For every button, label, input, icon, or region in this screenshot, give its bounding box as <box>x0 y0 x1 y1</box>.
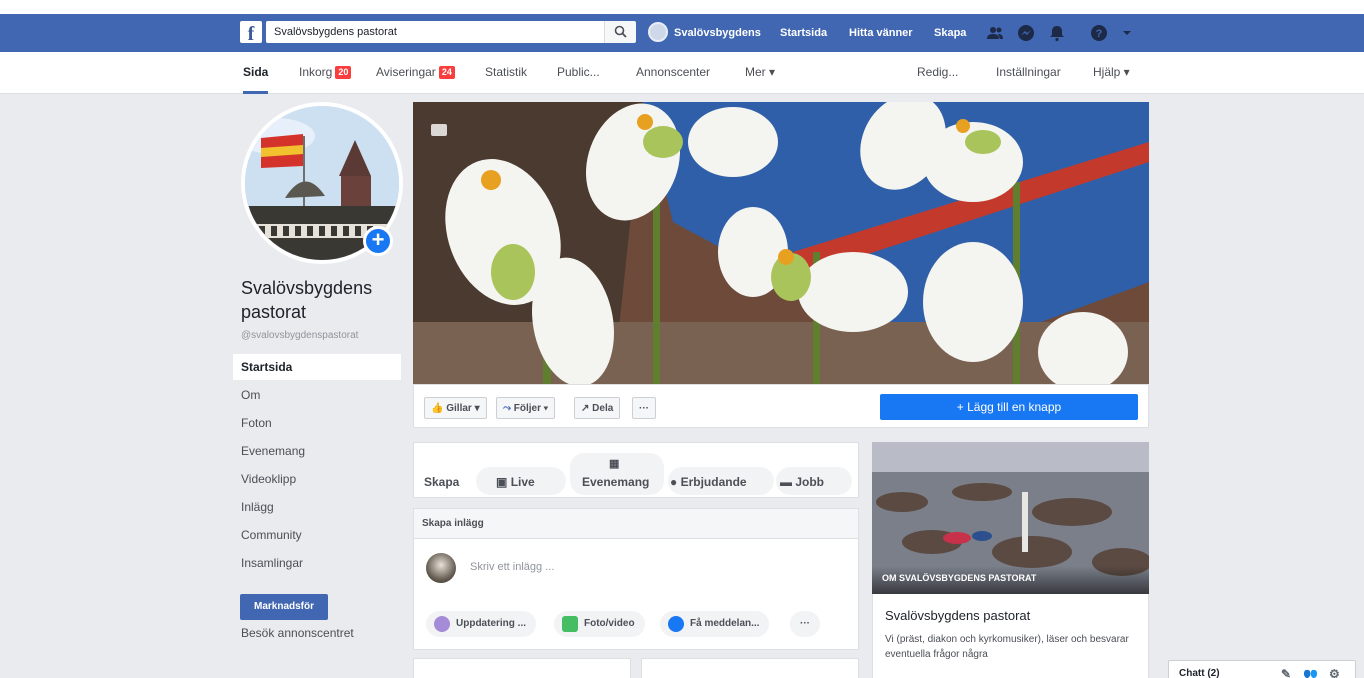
search-icon <box>614 25 627 38</box>
help-icon[interactable]: ? <box>1090 24 1108 42</box>
like-button-label: Gillar ▾ <box>446 403 480 414</box>
tab-page[interactable]: Sida <box>243 52 269 94</box>
get-messages-button[interactable]: Få meddelan... <box>660 611 770 637</box>
tab-inbox-label: Inkorg <box>299 65 333 79</box>
tab-notifications-label: Aviseringar <box>376 65 436 79</box>
tab-insights[interactable]: Statistik <box>485 52 527 94</box>
status-update-icon <box>434 616 450 632</box>
feed-card-right <box>641 658 859 678</box>
tab-page-label: Sida <box>243 65 269 79</box>
create-job-label: Jobb <box>795 475 825 489</box>
composer-header: Skapa inlägg <box>414 509 858 539</box>
video-camera-icon: ▣ <box>496 475 508 489</box>
left-nav-posts[interactable]: Inlägg <box>233 494 401 520</box>
group-chat-icon[interactable]: 👥 <box>1303 661 1318 678</box>
visit-ad-center-link[interactable]: Besök annonscentret <box>241 626 354 640</box>
about-caption: OM SVALÖVSBYGDENS PASTORAT <box>872 566 1149 594</box>
share-arrow-icon: ↗ <box>581 403 590 414</box>
about-card: Svalövsbygdens pastorat Vi (präst, diako… <box>872 594 1149 678</box>
search-input[interactable]: Svalövsbygdens pastorat <box>266 21 604 43</box>
nav-home-link[interactable]: Startsida <box>780 14 827 52</box>
promote-button[interactable]: Marknadsför <box>240 594 328 620</box>
tab-inbox[interactable]: Inkorg 20 <box>299 52 352 94</box>
inbox-count-badge: 20 <box>335 66 352 79</box>
create-offer-label: Erbjudande <box>680 475 747 489</box>
get-messages-label: Få meddelan... <box>690 618 760 629</box>
follow-button[interactable]: ⤳ Följer ▾ <box>496 397 555 419</box>
notifications-count-badge: 24 <box>438 66 455 79</box>
composer-avatar <box>426 553 456 583</box>
live-label: ▣ Live <box>496 475 535 489</box>
tab-publishing-tools[interactable]: Public... <box>557 52 600 94</box>
tab-settings[interactable]: Inställningar <box>996 52 1061 94</box>
nav-find-friends-link[interactable]: Hitta vänner <box>849 14 913 52</box>
tab-more[interactable]: Mer ▾ <box>745 52 775 94</box>
briefcase-icon: ▬ <box>780 475 792 489</box>
create-event-label: Evenemang <box>582 475 650 489</box>
calendar-icon: ▦ <box>609 458 620 470</box>
left-nav-about[interactable]: Om <box>233 382 401 408</box>
left-nav-community[interactable]: Community <box>233 522 401 548</box>
account-menu-chevron-icon[interactable] <box>1118 24 1136 42</box>
top-bar-inner: f Svalövsbygdens pastorat Svalövsbygdens… <box>0 14 1364 52</box>
left-nav-home[interactable]: Startsida <box>233 354 401 380</box>
photo-icon <box>562 616 578 632</box>
cover-photo[interactable] <box>413 102 1149 384</box>
status-update-button[interactable]: Uppdatering ... <box>426 611 536 637</box>
messenger-icon[interactable] <box>1017 24 1035 42</box>
more-actions-button[interactable]: ··· <box>632 397 656 419</box>
share-button[interactable]: ↗ Dela <box>574 397 621 419</box>
profile-avatar[interactable] <box>648 22 668 42</box>
create-bar: Skapa ▣ Live ▦ Evenemang ● Erbjudande ▬ … <box>413 442 859 498</box>
thumbs-up-icon: 👍 <box>431 403 444 414</box>
create-label: Skapa <box>424 475 460 489</box>
top-bar: f Svalövsbygdens pastorat Svalövsbygdens… <box>0 0 1364 52</box>
profile-link[interactable]: Svalövsbygdens <box>674 14 761 52</box>
nav-create-link[interactable]: Skapa <box>934 14 966 52</box>
chat-label: Chatt (2) <box>1179 668 1220 678</box>
post-composer: Skapa inlägg Skriv ett inlägg ... Uppdat… <box>413 508 859 650</box>
tab-help[interactable]: Hjälp ▾ <box>1093 52 1130 94</box>
create-live-label: Live <box>510 475 535 489</box>
compose-message-icon[interactable]: ✎ <box>1281 661 1291 678</box>
offer-label: ● Erbjudande <box>670 475 747 489</box>
job-label: ▬ Jobb <box>780 475 824 489</box>
left-nav-photos[interactable]: Foton <box>233 410 401 436</box>
like-button[interactable]: 👍 Gillar ▾ <box>424 397 487 419</box>
friend-requests-icon[interactable] <box>986 24 1004 42</box>
page-tab-bar: Sida Inkorg 20 Aviseringar 24 Statistik Pu… <box>0 52 1364 94</box>
share-button-label: Dela <box>592 403 614 414</box>
follow-button-label: Följer ▾ <box>513 403 548 414</box>
composer-more-button[interactable]: ··· <box>790 611 820 637</box>
svg-text:?: ? <box>1096 28 1103 40</box>
left-nav-fundraisers[interactable]: Insamlingar <box>233 550 401 576</box>
left-nav-events[interactable]: Evenemang <box>233 438 401 464</box>
tag-icon: ● <box>670 475 678 489</box>
composer-input[interactable]: Skriv ett inlägg ... <box>470 561 554 573</box>
change-cover-camera-icon[interactable] <box>431 124 447 136</box>
page-title: Svalövsbygdens pastorat <box>241 278 373 322</box>
photo-video-button[interactable]: Foto/video <box>554 611 645 637</box>
add-button-cta[interactable]: + Lägg till en knapp <box>880 394 1138 420</box>
add-profile-photo-plus-icon[interactable]: + <box>363 226 393 256</box>
snowdrop-flowers-image <box>413 102 1149 384</box>
rss-icon: ⤳ <box>503 403 511 414</box>
about-title[interactable]: Svalövsbygdens pastorat <box>885 608 1030 623</box>
facebook-logo-icon[interactable]: f <box>240 21 262 45</box>
search-button[interactable] <box>604 21 636 43</box>
photo-video-label: Foto/video <box>584 618 635 629</box>
tab-ad-center[interactable]: Annonscenter <box>636 52 710 94</box>
left-nav-videos[interactable]: Videoklipp <box>233 466 401 492</box>
tab-notifications[interactable]: Aviseringar 24 <box>376 52 455 94</box>
tab-edit[interactable]: Redig... <box>917 52 958 94</box>
chat-bar[interactable]: Chatt (2) ✎ 👥 ⚙ <box>1168 660 1356 678</box>
notifications-bell-icon[interactable] <box>1048 24 1066 42</box>
messenger-small-icon <box>668 616 684 632</box>
chat-settings-gear-icon[interactable]: ⚙ <box>1329 661 1340 678</box>
page-username[interactable]: @svalovsbygdenspastorat <box>241 330 358 341</box>
status-update-label: Uppdatering ... <box>456 618 526 629</box>
about-description: Vi (präst, diakon och kyrkomusiker), läs… <box>885 634 1129 660</box>
feed-card-left <box>413 658 631 678</box>
